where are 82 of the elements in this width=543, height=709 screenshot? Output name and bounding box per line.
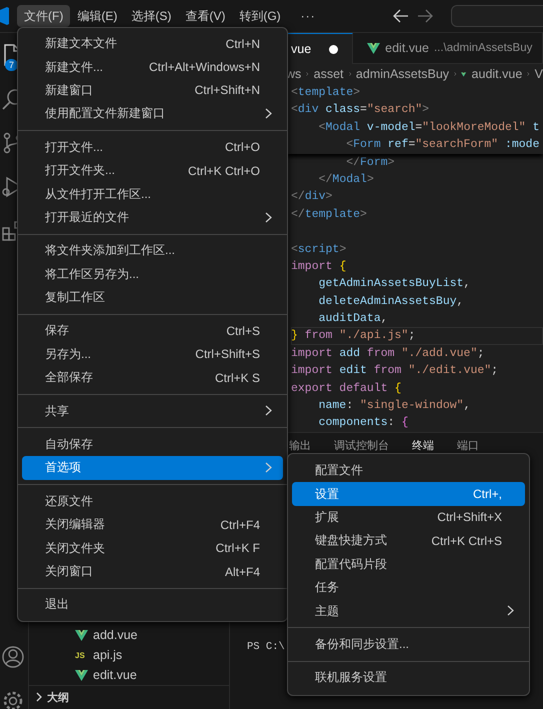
code-line: <Modal v-model="lookMoreModel" t [318,120,540,136]
code-line: <script> [291,242,348,258]
menu-item[interactable]: 选择(S) [124,5,178,27]
code-line: export default { [291,380,402,397]
menu-item[interactable]: 退出 [22,593,283,617]
back-arrow-icon[interactable] [392,9,409,23]
code-line: <div class="search"> [291,102,430,118]
js-file-icon: JS [75,650,88,660]
menu-item[interactable]: 查看(V) [178,5,232,27]
vue-file-icon [75,630,88,640]
chevron-icon [35,692,43,702]
menu-item[interactable]: 备份和同步设置... [292,632,525,656]
menu-item[interactable]: 还原文件 [22,490,283,514]
code-line: auditData, [318,311,389,328]
menu-item[interactable]: 转到(G) [232,5,288,27]
menu-item[interactable]: 打开最近的文件 [22,206,283,230]
menu-item[interactable]: 新建文件... Ctrl+Alt+Windows+N [22,55,283,79]
code-line: </Form> [345,154,396,171]
code-line: import edit from "./edit.vue"; [291,363,500,380]
file-item[interactable]: JS api.js [29,645,229,665]
code-line: deleteAdminAssetsBuy, [318,294,465,310]
menu-item[interactable]: 共享 [22,399,283,423]
menu-item[interactable]: 首选项 [22,456,283,480]
outline-header[interactable]: 大纲 [29,685,229,708]
menu-item[interactable]: 联机服务设置 [292,666,525,690]
menu-item[interactable]: 任务 [292,576,525,600]
settings-icon[interactable] [1,689,25,709]
editor-tab[interactable]: edit.vue ...\adminAssetsBuy [353,33,543,63]
menu-item[interactable]: 从文件打开工作区... [22,182,283,206]
menu-item[interactable]: 扩展 Ctrl+Shift+X [292,506,525,530]
breadcrumb-item[interactable]: asset [314,67,344,81]
menu-item[interactable]: 打开文件夹... Ctrl+K Ctrl+O [22,158,283,182]
menu-item[interactable]: 关闭编辑器 Ctrl+F4 [22,513,283,536]
menu-item[interactable]: 关闭窗口 Alt+F4 [22,560,283,584]
breadcrumb-item[interactable]: V [534,67,543,81]
logo-icon [0,7,9,25]
menu-item[interactable]: 复制工作区 [22,286,283,310]
menu-item[interactable]: 文件(F) [17,5,70,27]
vue-file-icon [75,670,88,680]
menu-item[interactable]: 键盘快捷方式 Ctrl+K Ctrl+S [292,529,525,553]
code-line: </div> [291,189,334,206]
more-menu[interactable]: ··· [294,5,323,27]
panel-tab[interactable]: 终端 [412,438,434,452]
menu-item[interactable]: 全部保存 Ctrl+K S [22,366,283,390]
code-line: </template> [291,206,368,223]
code-line: } from "./api.js"; [291,327,543,345]
notification-badge: 7 [5,59,18,71]
account-icon[interactable] [1,645,25,669]
file-item[interactable]: edit.vue [29,665,229,685]
menu-item[interactable]: 新建文本文件 Ctrl+N [22,32,283,56]
code-line: import add from "./add.vue"; [291,346,486,362]
menu-item[interactable]: 将工作区另存为... [22,262,283,286]
menu-item[interactable]: 自动保存 [22,432,283,456]
terminal-prompt: PS C:\ [247,641,285,653]
code-line: components: { [318,415,410,432]
menu-item[interactable]: 新建窗口 Ctrl+Shift+N [22,78,283,102]
panel-tab[interactable]: 调试控制台 [334,438,389,452]
menu-item[interactable]: 主题 [292,599,525,623]
code-line: </Modal> [318,172,375,188]
menu-item[interactable]: 将文件夹添加到工作区... [22,239,283,263]
code-line: <Form ref="searchForm" :mode [345,137,540,154]
menu-item[interactable]: 打开文件... Ctrl+O [22,136,283,159]
menu-item[interactable]: 设置 Ctrl+, [292,482,525,506]
vue-file-icon [367,42,380,54]
unsaved-dot-icon [329,44,338,54]
menu-item[interactable]: 配置文件 [292,459,525,482]
file-item[interactable]: add.vue [29,625,229,645]
menu-item[interactable]: 关闭文件夹 Ctrl+K F [22,536,283,560]
menu-item[interactable]: 另存为... Ctrl+Shift+S [22,342,283,366]
code-line: name: "single-window", [318,398,472,414]
breadcrumb-item[interactable]: adminAssetsBuy [356,67,450,81]
menu-item[interactable]: 配置代码片段 [292,552,525,576]
code-line: <template> [291,85,362,101]
panel-tab[interactable]: 输出 [289,438,311,452]
menu-item[interactable]: 保存 Ctrl+S [22,319,283,343]
menu-item[interactable]: 使用配置文件新建窗口 [22,102,283,126]
menu-item[interactable]: 编辑(E) [70,5,124,27]
breadcrumb-item[interactable]: audit.vue [472,67,522,81]
editor-tab[interactable]: vue [288,33,354,64]
code-line: getAdminAssetsBuyList, [318,276,472,292]
panel-tab[interactable]: 端口 [457,438,479,452]
code-line: import { [291,258,348,275]
